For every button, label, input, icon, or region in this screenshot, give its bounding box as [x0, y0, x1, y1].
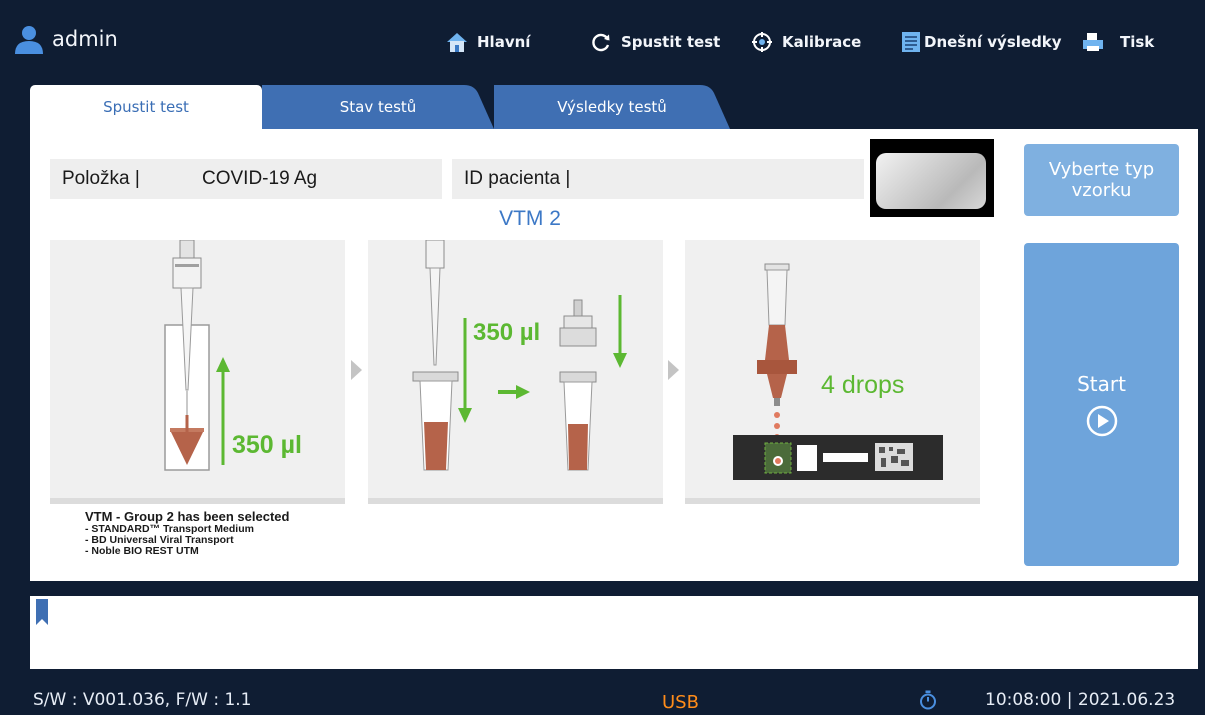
status-footer: S/W : V001.036, F/W : 1.1 USB 10:08:00 |…	[0, 680, 1205, 715]
nav-print-label: Tisk	[1120, 33, 1155, 51]
target-icon	[752, 32, 772, 52]
nav-calibration-label: Kalibrace	[782, 33, 862, 51]
refresh-icon	[592, 33, 610, 52]
item-label: Položka |	[62, 168, 140, 189]
step-1-image: 350 µl	[50, 240, 345, 503]
select-sample-type-label: Vyberte typ vzorku	[1048, 159, 1155, 201]
step-3-divider	[685, 498, 980, 504]
document-icon	[902, 32, 920, 52]
group-note-list: - STANDARD™ Transport Medium - BD Univer…	[85, 524, 289, 557]
start-label: Start	[1077, 371, 1126, 396]
user-icon	[15, 26, 43, 54]
tab-run-test[interactable]: Spustit test	[30, 85, 262, 129]
printer-icon	[1083, 33, 1103, 51]
sample-type-title: VTM 2	[499, 207, 561, 230]
run-test-panel: Položka | COVID-19 Ag ID pacienta | VTM …	[30, 129, 1198, 581]
home-icon	[447, 33, 467, 52]
tab-run-test-label: Spustit test	[103, 98, 189, 116]
patient-id-label: ID pacienta |	[464, 168, 571, 189]
firmware-version: S/W : V001.036, F/W : 1.1	[33, 690, 252, 710]
bookmark-icon	[36, 599, 48, 625]
patient-id-field[interactable]: ID pacienta |	[452, 159, 864, 199]
tab-test-status-label: Stav testů	[339, 98, 417, 116]
item-field[interactable]: Položka | COVID-19 Ag	[50, 159, 442, 199]
step-3-drops: 4 drops	[821, 371, 904, 399]
nav-home-label: Hlavní	[477, 33, 531, 51]
datetime-display: 10:08:00 | 2021.06.23	[985, 690, 1176, 710]
nav-home[interactable]: Hlavní	[446, 30, 530, 54]
group-note-headline: VTM - Group 2 has been selected	[85, 509, 290, 524]
usb-indicator: USB	[662, 692, 699, 713]
stopwatch-icon	[920, 690, 936, 710]
message-bar	[30, 596, 1198, 669]
step-2-divider	[368, 498, 663, 504]
step-1-divider	[50, 498, 345, 504]
select-sample-type-button[interactable]: Vyberte typ vzorku	[1024, 144, 1179, 216]
user-info: admin	[12, 24, 118, 54]
cartridge-image	[870, 139, 994, 217]
step-arrow-icon	[351, 360, 362, 380]
nav-today-results-label: Dnešní výsledky	[924, 33, 1062, 51]
sample-group-note: VTM - Group 2 has been selected - STANDA…	[85, 509, 289, 557]
step-3-image: 4 drops	[685, 240, 980, 503]
start-button[interactable]: Start	[1024, 243, 1179, 566]
top-bar: admin Hlavní Spustit test Kalibrace Dneš…	[0, 0, 1205, 82]
nav-run-test-label: Spustit test	[621, 33, 721, 51]
tab-test-status[interactable]: Stav testů	[262, 85, 494, 129]
step-1-volume: 350 µl	[232, 431, 302, 459]
step-arrow-icon	[668, 360, 679, 380]
step-2-image: 350 µl	[368, 240, 663, 503]
nav-run-test[interactable]: Spustit test	[590, 30, 720, 54]
play-icon	[1086, 405, 1117, 436]
step-2-volume: 350 µl	[473, 319, 540, 346]
nav-today-results[interactable]: Dnešní výsledky	[900, 30, 1062, 54]
tab-test-results-label: Výsledky testů	[557, 98, 667, 116]
group-note-item: - Noble BIO REST UTM	[85, 545, 199, 557]
user-name: admin	[52, 27, 118, 51]
tab-test-results[interactable]: Výsledky testů	[494, 85, 730, 129]
nav-calibration[interactable]: Kalibrace	[751, 30, 861, 54]
item-value: COVID-19 Ag	[202, 168, 318, 189]
nav-print[interactable]: Tisk	[1082, 30, 1154, 54]
